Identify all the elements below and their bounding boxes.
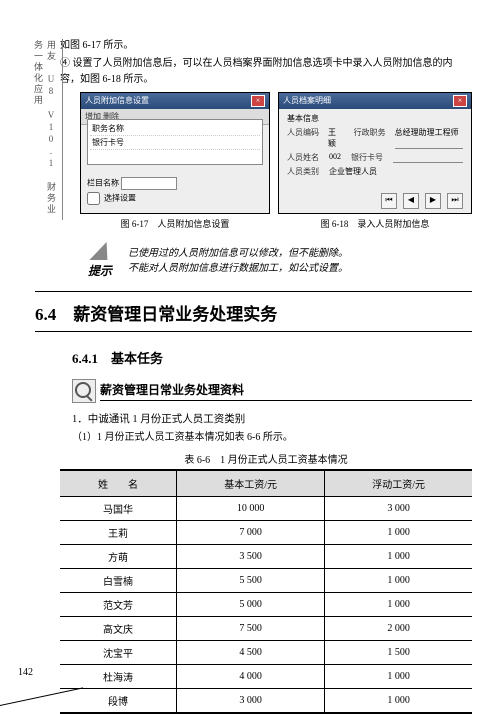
field-value: 002 xyxy=(329,152,341,163)
table-row: 沈宝平4 5001 500 xyxy=(60,641,472,665)
dialog-list: 职务名称 银行卡号 xyxy=(87,119,263,165)
figure-6-17: 人员附加信息设置 × 增加 删除 职务名称 银行卡号 栏目名称 选择设置 xyxy=(80,92,270,230)
table-cell: 白雪楠 xyxy=(60,569,176,593)
tip-line: 已使用过的人员附加信息可以修改，但不能删除。 xyxy=(128,246,348,261)
first-icon[interactable]: ⏮ xyxy=(381,193,397,209)
table-cell: 7 500 xyxy=(176,617,324,641)
tip-icon: 提示 xyxy=(80,242,120,279)
material-heading: 薪资管理日常业务处理资料 xyxy=(72,379,472,403)
field-value: 总经理助理工程师 xyxy=(395,127,463,149)
table-cell: 10 000 xyxy=(176,497,324,521)
table-cell: 方萌 xyxy=(60,545,176,569)
table-cell: 王莉 xyxy=(60,521,176,545)
table-cell: 7 000 xyxy=(176,521,324,545)
close-icon[interactable]: × xyxy=(251,95,265,107)
table-cell: 马国华 xyxy=(60,497,176,521)
intro-line-2: ④ 设置了人员附加信息后，可以在人员档案界面附加信息选项卡中录入人员附加信息的内… xyxy=(60,56,472,88)
next-icon[interactable]: ▶ xyxy=(425,193,441,209)
table-cell: 1 000 xyxy=(325,521,472,545)
table-cell: 沈宝平 xyxy=(60,641,176,665)
page-number: 142 xyxy=(18,667,33,678)
table-cell: 高文庆 xyxy=(60,617,176,641)
dialog-title-bar: 人员附加信息设置 × xyxy=(81,93,269,109)
table-cell: 2 000 xyxy=(325,617,472,641)
table-cell: 3 500 xyxy=(176,545,324,569)
salary-table: 姓 名基本工资/元浮动工资/元 马国华10 0003 000王莉7 0001 0… xyxy=(60,469,472,714)
figure-caption: 图 6-17 人员附加信息设置 xyxy=(80,217,270,230)
dialog-title-bar: 人员档案明细 × xyxy=(279,93,471,109)
side-book-title: 用友 U8 V10.1 财务业务一体化应用 xyxy=(32,40,63,220)
section-divider xyxy=(35,331,472,332)
table-cell: 1 000 xyxy=(325,593,472,617)
table-cell: 1 000 xyxy=(325,569,472,593)
page-content: 如图 6-17 所示。 ④ 设置了人员附加信息后，可以在人员档案界面附加信息选项… xyxy=(60,0,472,714)
sub-heading-1: 1．中诚通讯 1 月份正式人员工资类别 xyxy=(72,411,472,426)
dialog-nav-buttons: ⏮ ◀ ▶ ⏭ xyxy=(381,193,463,209)
table-cell: 1 500 xyxy=(325,641,472,665)
table-cell: 4 000 xyxy=(176,665,324,689)
tip-line: 不能对人员附加信息进行数据加工，如公式设置。 xyxy=(128,261,348,276)
table-row: 范文芳5 0001 000 xyxy=(60,593,472,617)
field-label: 人员类别 xyxy=(287,166,329,177)
field-label: 行政职务 xyxy=(354,127,395,149)
tip-box: 提示 已使用过的人员附加信息可以修改，但不能删除。 不能对人员附加信息进行数据加… xyxy=(80,242,472,279)
dialog-footer: 栏目名称 选择设置 xyxy=(87,177,263,207)
bank-card-input[interactable] xyxy=(393,152,463,163)
heading-6-4-1: 6.4.1 基本任务 xyxy=(72,348,472,367)
tab-label[interactable]: 基本信息 xyxy=(287,113,463,124)
dialog-title-text: 人员档案明细 xyxy=(283,95,331,107)
table-row: 马国华10 0003 000 xyxy=(60,497,472,521)
prev-icon[interactable]: ◀ xyxy=(403,193,419,209)
table-row: 方萌3 5001 000 xyxy=(60,545,472,569)
intro-line-1: 如图 6-17 所示。 xyxy=(60,38,472,54)
figure-6-18: 人员档案明细 × 基本信息 人员编码 王颖 行政职务 总经理助理工程师 人员姓名… xyxy=(278,92,472,230)
table-cell: 1 000 xyxy=(325,689,472,714)
field-label: 人员编码 xyxy=(287,127,328,149)
dialog-6-17: 人员附加信息设置 × 增加 删除 职务名称 银行卡号 栏目名称 选择设置 xyxy=(80,92,270,214)
option-checkbox[interactable] xyxy=(87,192,100,205)
list-row[interactable]: 银行卡号 xyxy=(90,136,260,150)
table-row: 高文庆7 5002 000 xyxy=(60,617,472,641)
heading-6-4: 6.4 薪资管理日常业务处理实务 xyxy=(35,300,472,325)
dialog-form: 基本信息 人员编码 王颖 行政职务 总经理助理工程师 人员姓名 002 银行卡号 xyxy=(279,109,471,184)
dialog-6-18: 人员档案明细 × 基本信息 人员编码 王颖 行政职务 总经理助理工程师 人员姓名… xyxy=(278,92,472,214)
table-header: 姓 名 xyxy=(60,470,176,497)
page-corner-ornament xyxy=(0,680,90,706)
table-row: 王莉7 0001 000 xyxy=(60,521,472,545)
table-row: 白雪楠5 5001 000 xyxy=(60,569,472,593)
table-cell: 3 000 xyxy=(325,497,472,521)
field-value: 企业管理人员 xyxy=(329,166,377,177)
dialog-title-text: 人员附加信息设置 xyxy=(85,95,149,107)
table-row: 段博3 0001 000 xyxy=(60,689,472,714)
field-value: 王颖 xyxy=(328,127,344,149)
figure-row: 人员附加信息设置 × 增加 删除 职务名称 银行卡号 栏目名称 选择设置 xyxy=(80,92,472,230)
section-divider xyxy=(35,291,472,292)
table-header: 基本工资/元 xyxy=(176,470,324,497)
table-header: 浮动工资/元 xyxy=(325,470,472,497)
table-row: 杜海涛4 0001 000 xyxy=(60,665,472,689)
last-icon[interactable]: ⏭ xyxy=(447,193,463,209)
table-cell: 5 000 xyxy=(176,593,324,617)
field-label: 栏目名称 xyxy=(87,178,119,187)
tip-text: 已使用过的人员附加信息可以修改，但不能删除。 不能对人员附加信息进行数据加工，如… xyxy=(128,246,348,276)
close-icon[interactable]: × xyxy=(453,95,467,107)
table-cell: 范文芳 xyxy=(60,593,176,617)
list-row[interactable]: 职务名称 xyxy=(90,122,260,136)
table-cell: 1 000 xyxy=(325,665,472,689)
checkbox-label: 选择设置 xyxy=(104,193,136,202)
field-label: 人员姓名 xyxy=(287,152,329,163)
figure-caption: 图 6-18 录入人员附加信息 xyxy=(278,217,472,230)
table-cell: 4 500 xyxy=(176,641,324,665)
material-title: 薪资管理日常业务处理资料 xyxy=(100,381,472,401)
table-cell: 3 000 xyxy=(176,689,324,714)
table-cell: 1 000 xyxy=(325,545,472,569)
field-label: 银行卡号 xyxy=(351,152,393,163)
sub-text-1: （1）1 月份正式人员工资基本情况如表 6-6 所示。 xyxy=(72,428,472,443)
magnifier-icon xyxy=(72,379,96,403)
table-caption: 表 6-6 1 月份正式人员工资基本情况 xyxy=(60,451,472,466)
tip-label: 提示 xyxy=(80,262,120,279)
bird-icon xyxy=(89,242,110,260)
table-cell: 5 500 xyxy=(176,569,324,593)
field-name-input[interactable] xyxy=(121,177,177,190)
